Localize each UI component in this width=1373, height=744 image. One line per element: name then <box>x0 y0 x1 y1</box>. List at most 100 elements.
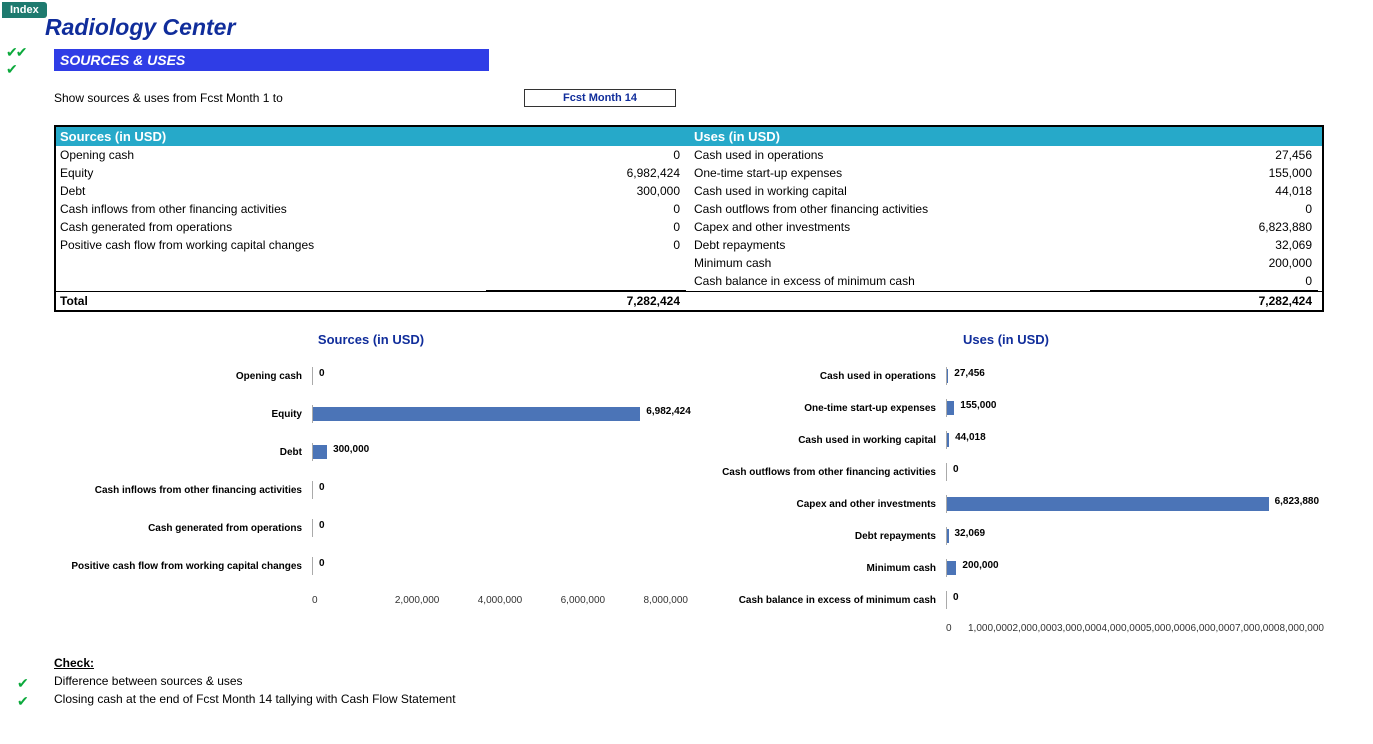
chart-bar-label: Positive cash flow from working capital … <box>54 561 312 572</box>
axis-tick: 0 <box>312 595 395 606</box>
cell-label: Cash balance in excess of minimum cash <box>690 274 1202 288</box>
cell-value: 0 <box>570 148 690 162</box>
cell-value: 0 <box>1202 274 1322 288</box>
cell-value: 200,000 <box>1202 256 1322 270</box>
axis-tick: 3,000,000 <box>1057 623 1102 634</box>
chart-bar-area: 27,456 <box>946 367 1324 385</box>
table-row: Cash used in working capital44,018 <box>690 182 1322 200</box>
chart-bar-row: One-time start-up expenses155,000 <box>688 399 1324 417</box>
total-sources: 7,282,424 <box>570 294 690 308</box>
axis-tick: 6,000,000 <box>561 595 644 606</box>
chart-bar-label: Minimum cash <box>688 563 946 574</box>
header-sources: Sources (in USD) <box>56 127 690 146</box>
index-button[interactable]: Index <box>2 2 47 18</box>
chart-bar-value: 200,000 <box>962 560 998 571</box>
chart-bar-row: Cash balance in excess of minimum cash0 <box>688 591 1324 609</box>
chart-bar-label: Capex and other investments <box>688 499 946 510</box>
axis-tick: 7,000,000 <box>1235 623 1280 634</box>
uses-chart: Uses (in USD) Cash used in operations27,… <box>688 332 1324 634</box>
total-uses: 7,282,424 <box>1202 294 1322 308</box>
chart-bar-value: 6,823,880 <box>1275 496 1320 507</box>
cell-label: Cash used in working capital <box>690 184 1202 198</box>
cell-value: 0 <box>570 202 690 216</box>
chart-bar-label: One-time start-up expenses <box>688 403 946 414</box>
table-header: Sources (in USD) Uses (in USD) <box>56 127 1322 146</box>
total-label: Total <box>56 294 570 308</box>
check-section: ✔ ✔ Check: Difference between sources & … <box>54 656 1373 710</box>
check-heading: Check: <box>54 656 1373 670</box>
axis-tick: 1,000,000 <box>968 623 1013 634</box>
chart-bar-value: 0 <box>953 464 959 475</box>
axis-tick: 6,000,000 <box>1191 623 1236 634</box>
checkmark-icon: ✔ <box>6 61 25 78</box>
axis-tick: 4,000,000 <box>478 595 561 606</box>
section-title: SOURCES & USES <box>54 49 489 71</box>
checkmark-icon: ✔ <box>17 674 29 692</box>
table-row: Debt repayments32,069 <box>690 236 1322 254</box>
chart-bar-value: 6,982,424 <box>646 406 691 417</box>
chart-bar-fill <box>947 433 949 447</box>
cell-value: 155,000 <box>1202 166 1322 180</box>
chart-bar-fill <box>947 561 956 575</box>
total-row: Total7,282,424 7,282,424 <box>56 291 1322 310</box>
chart-bar-row: Cash used in operations27,456 <box>688 367 1324 385</box>
chart-bar-value: 27,456 <box>954 368 985 379</box>
table-row: Cash balance in excess of minimum cash0 <box>690 272 1322 290</box>
chart-bar-row: Positive cash flow from working capital … <box>54 557 688 575</box>
table-row: Opening cash0 <box>56 146 690 164</box>
chart-title: Sources (in USD) <box>54 332 688 347</box>
table-row: Cash inflows from other financing activi… <box>56 200 690 218</box>
show-from-label: Show sources & uses from Fcst Month 1 to <box>54 91 524 105</box>
table-row: Minimum cash200,000 <box>690 254 1322 272</box>
chart-bar-label: Cash inflows from other financing activi… <box>54 485 312 496</box>
controls-row: Show sources & uses from Fcst Month 1 to… <box>54 89 1373 107</box>
chart-bar-area: 0 <box>312 557 688 575</box>
chart-bar-label: Equity <box>54 409 312 420</box>
axis-tick: 8,000,000 <box>644 595 689 606</box>
chart-bar-fill <box>947 369 948 383</box>
axis-tick: 8,000,000 <box>1280 623 1325 634</box>
chart-bar-row: Cash generated from operations0 <box>54 519 688 537</box>
chart-bar-area: 0 <box>312 481 688 499</box>
chart-bar-row: Cash inflows from other financing activi… <box>54 481 688 499</box>
cell-label: Opening cash <box>56 148 570 162</box>
chart-bar-area: 6,823,880 <box>946 495 1324 513</box>
check-line-2: Closing cash at the end of Fcst Month 14… <box>54 692 1373 710</box>
chart-bar-value: 32,069 <box>955 528 986 539</box>
table-row: One-time start-up expenses155,000 <box>690 164 1322 182</box>
chart-bar-label: Debt repayments <box>688 531 946 542</box>
chart-bar-fill <box>313 407 640 421</box>
chart-bar-area: 0 <box>312 519 688 537</box>
chart-bar-row: Cash used in working capital44,018 <box>688 431 1324 449</box>
chart-bar-fill <box>947 497 1269 511</box>
chart-bar-label: Opening cash <box>54 371 312 382</box>
chart-bar-area: 300,000 <box>312 443 688 461</box>
check-marks: ✔ ✔ <box>17 674 29 710</box>
cell-value: 300,000 <box>570 184 690 198</box>
cell-value: 44,018 <box>1202 184 1322 198</box>
cell-value: 0 <box>570 238 690 252</box>
fcst-month-dropdown[interactable]: Fcst Month 14 <box>524 89 676 107</box>
cell-label: Cash inflows from other financing activi… <box>56 202 570 216</box>
table-row: Cash outflows from other financing activ… <box>690 200 1322 218</box>
cell-value: 0 <box>570 220 690 234</box>
cell-label: Cash generated from operations <box>56 220 570 234</box>
checkmark-icon: ✔✔ <box>6 44 25 61</box>
cell-label: One-time start-up expenses <box>690 166 1202 180</box>
table-row: Equity6,982,424 <box>56 164 690 182</box>
table-row: Positive cash flow from working capital … <box>56 236 690 254</box>
cell-label: Equity <box>56 166 570 180</box>
chart-bar-value: 0 <box>319 368 325 379</box>
cell-value: 6,823,880 <box>1202 220 1322 234</box>
check-line-1: Difference between sources & uses <box>54 674 1373 692</box>
charts-row: Sources (in USD) Opening cash 0 Equity 6,98… <box>54 332 1324 634</box>
table-row: Capex and other investments6,823,880 <box>690 218 1322 236</box>
cell-label: Debt repayments <box>690 238 1202 252</box>
chart-bar-area: 155,000 <box>946 399 1324 417</box>
chart-bar-value: 0 <box>953 592 959 603</box>
axis-tick: 5,000,000 <box>1146 623 1191 634</box>
rule <box>486 290 686 291</box>
chart-bar-label: Cash used in working capital <box>688 435 946 446</box>
chart-bar-value: 300,000 <box>333 444 369 455</box>
chart-bar-row: Cash outflows from other financing activ… <box>688 463 1324 481</box>
